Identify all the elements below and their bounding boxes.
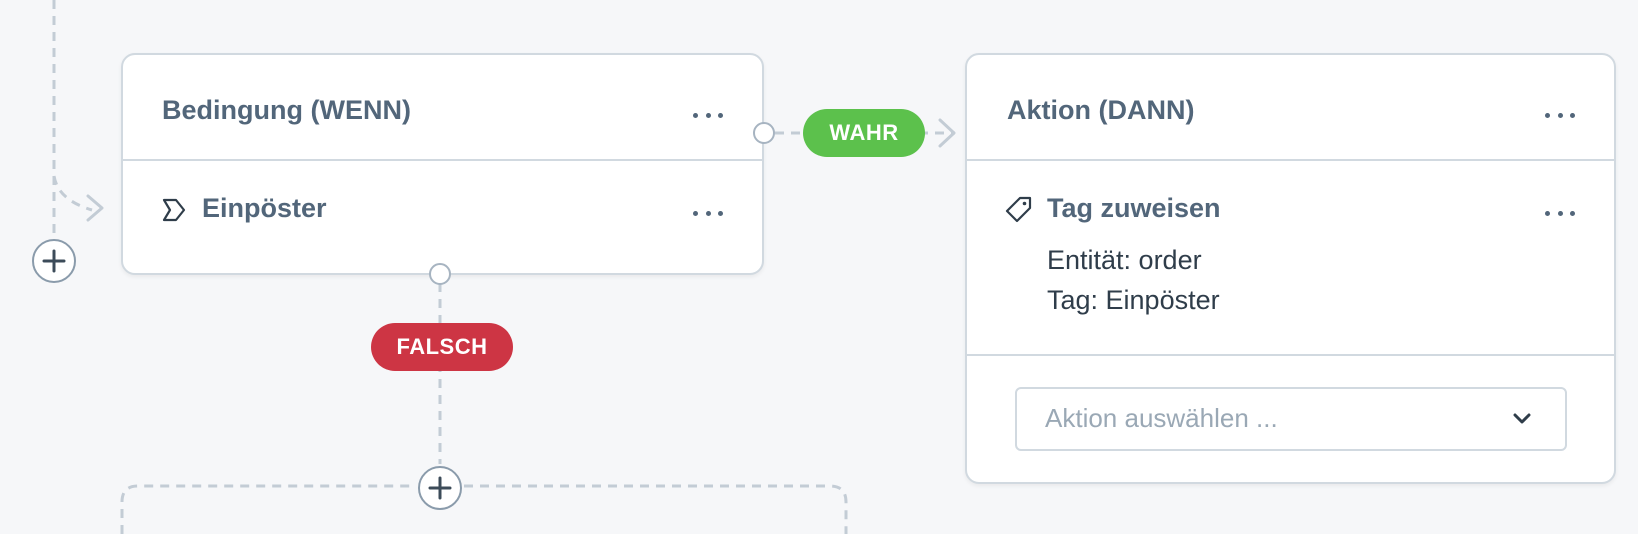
chevron-down-icon (1513, 413, 1531, 424)
action-select-placeholder: Aktion auswählen ... (1045, 403, 1278, 433)
condition-rule-menu-icon[interactable] (693, 204, 723, 222)
action-card-header-divider (967, 159, 1614, 161)
condition-card-title: Bedingung (WENN) (162, 95, 411, 125)
condition-card: Bedingung (WENN) Einpöster (121, 53, 764, 275)
action-item-menu-icon[interactable] (1545, 204, 1575, 222)
flow-canvas: Bedingung (WENN) Einpöster Aktion (DANN)… (0, 0, 1638, 534)
false-branch-badge: FALSCH (371, 323, 513, 371)
true-branch-badge: WAHR (803, 109, 925, 157)
plus-icon (428, 476, 452, 500)
condition-card-divider (123, 159, 762, 161)
action-detail-tag: Tag: Einpöster (1047, 285, 1220, 315)
condition-true-handle[interactable] (751, 120, 777, 146)
condition-card-menu-icon[interactable] (693, 106, 723, 124)
condition-rule-label[interactable]: Einpöster (202, 193, 327, 224)
add-step-button-false[interactable] (418, 466, 462, 510)
rule-tag-icon (162, 198, 186, 222)
condition-false-handle[interactable] (427, 261, 453, 287)
add-step-button-left[interactable] (32, 239, 76, 283)
action-card-title: Aktion (DANN) (1007, 95, 1195, 125)
action-card-footer-divider (967, 354, 1614, 356)
action-card: Aktion (DANN) Tag zuweisen Entität: orde… (965, 53, 1616, 484)
action-card-menu-icon[interactable] (1545, 106, 1575, 124)
tag-icon (1005, 196, 1032, 223)
action-select[interactable]: Aktion auswählen ... (1015, 387, 1567, 451)
action-label[interactable]: Tag zuweisen (1047, 193, 1221, 224)
plus-icon (42, 249, 66, 273)
action-detail-entity: Entität: order (1047, 245, 1202, 275)
